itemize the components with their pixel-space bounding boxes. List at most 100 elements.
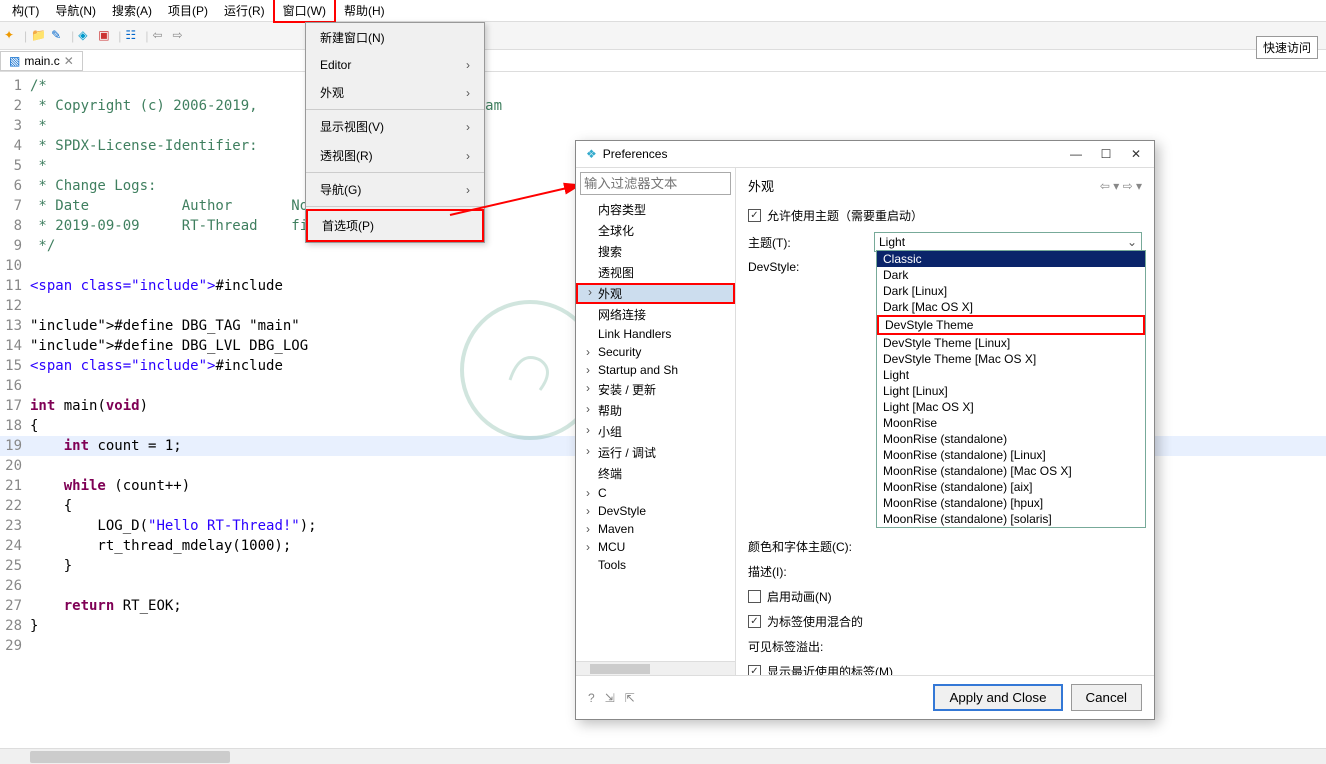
box-icon[interactable]: ▣ [98,28,114,44]
tree-item[interactable]: 帮助 [576,400,735,421]
torch-icon[interactable]: ✦ [4,28,20,44]
folder-icon[interactable]: 📁 [31,28,47,44]
chevron-down-icon: ⌄ [1127,235,1137,249]
diamond-icon[interactable]: ◈ [78,28,94,44]
menu-refactor[interactable]: 构(T) [4,0,47,21]
cancel-button[interactable]: Cancel [1071,684,1143,711]
theme-option[interactable]: Dark [877,267,1145,283]
help-icon[interactable]: ? [588,691,595,705]
color-font-label: 颜色和字体主题(C): [748,538,868,555]
theme-option[interactable]: MoonRise [877,415,1145,431]
menu-project[interactable]: 项目(P) [160,0,216,21]
back-icon[interactable]: ⇦ [153,28,169,44]
tree-item[interactable]: Link Handlers [576,325,735,343]
theme-label: 主题(T): [748,234,868,251]
theme-option[interactable]: DevStyle Theme [877,315,1145,335]
theme-option[interactable]: Light [877,367,1145,383]
theme-option[interactable]: Light [Linux] [877,383,1145,399]
tree-scrollbar[interactable] [576,661,735,675]
edit-icon[interactable]: ✎ [51,28,67,44]
preferences-icon: ❖ [586,147,597,161]
mixed-labels-label: 为标签使用混合的 [767,613,863,630]
export-icon[interactable]: ⇱ [625,691,635,705]
theme-option[interactable]: MoonRise (standalone) [solaris] [877,511,1145,527]
devstyle-label: DevStyle: [748,260,868,274]
theme-option[interactable]: Dark [Linux] [877,283,1145,299]
menu-item[interactable]: Editor [306,52,484,78]
tree-item[interactable]: Startup and Sh [576,361,735,379]
theme-option[interactable]: Light [Mac OS X] [877,399,1145,415]
visible-overflow-label: 可见标签溢出: [748,638,868,655]
menu-item[interactable]: 外观 [306,78,484,107]
editor-tab[interactable]: ▧ main.c ✕ [0,51,83,71]
apply-close-button[interactable]: Apply and Close [933,684,1062,711]
tree-item[interactable]: 小组 [576,421,735,442]
filter-input[interactable] [580,172,731,195]
tree-item[interactable]: MCU [576,538,735,556]
import-icon[interactable]: ⇲ [605,691,615,705]
nav-arrows[interactable]: ⇦ ▾ ⇨ ▾ [1100,179,1142,193]
menu-item[interactable]: 显示视图(V) [306,112,484,141]
allow-theme-label: 允许使用主题（需要重启动） [767,207,923,224]
show-recent-label: 显示最近使用的标签(M) [767,663,893,675]
tree-item[interactable]: 搜索 [576,241,735,262]
show-recent-checkbox[interactable] [748,665,761,675]
theme-option[interactable]: Dark [Mac OS X] [877,299,1145,315]
theme-option[interactable]: MoonRise (standalone) [hpux] [877,495,1145,511]
tree-item[interactable]: Security [576,343,735,361]
theme-option[interactable]: MoonRise (standalone) [Mac OS X] [877,463,1145,479]
close-icon[interactable]: ✕ [1128,147,1144,161]
quick-access[interactable]: 快速访问 [1256,36,1318,59]
tree-item[interactable]: 运行 / 调试 [576,442,735,463]
tab-label: main.c [24,54,59,68]
menu-window[interactable]: 窗口(W) [273,0,336,23]
tree-item[interactable]: Tools [576,556,735,574]
tree-item[interactable]: 网络连接 [576,304,735,325]
tree-item[interactable]: 终端 [576,463,735,484]
enable-anim-label: 启用动画(N) [767,588,832,605]
close-icon[interactable]: ✕ [64,54,74,68]
menu-help[interactable]: 帮助(H) [336,0,393,21]
c-file-icon: ▧ [9,54,20,68]
menu-item[interactable]: 新建窗口(N) [306,23,484,52]
tree-item[interactable]: DevStyle [576,502,735,520]
preferences-content: 外观 ⇦ ▾ ⇨ ▾ 允许使用主题（需要重启动） 主题(T): Light⌄ D… [736,168,1154,675]
menu-item[interactable]: 导航(G) [306,175,484,204]
theme-option[interactable]: DevStyle Theme [Linux] [877,335,1145,351]
menu-item[interactable]: 透视图(R) [306,141,484,170]
theme-dropdown-list[interactable]: ClassicDarkDark [Linux]Dark [Mac OS X]De… [876,250,1146,528]
dialog-title: Preferences [603,147,668,161]
preferences-sidebar: 内容类型全球化搜索透视图外观网络连接Link HandlersSecurityS… [576,168,736,675]
menu-item[interactable]: 首选项(P) [306,209,484,242]
menu-run[interactable]: 运行(R) [216,0,273,21]
tree-item[interactable]: 内容类型 [576,199,735,220]
theme-option[interactable]: Classic [877,251,1145,267]
code-line[interactable]: 3 * [0,116,1326,136]
allow-theme-checkbox[interactable] [748,209,761,222]
tree-item[interactable]: 全球化 [576,220,735,241]
tree-item[interactable]: 透视图 [576,262,735,283]
code-line[interactable]: 1/* [0,76,1326,96]
tree-item[interactable]: Maven [576,520,735,538]
menu-search[interactable]: 搜索(A) [104,0,160,21]
enable-anim-checkbox[interactable] [748,590,761,603]
theme-option[interactable]: DevStyle Theme [Mac OS X] [877,351,1145,367]
forward-icon[interactable]: ⇨ [173,28,189,44]
minimize-icon[interactable]: — [1068,147,1084,161]
tree-item[interactable]: 外观 [576,283,735,304]
mixed-labels-checkbox[interactable] [748,615,761,628]
preferences-tree[interactable]: 内容类型全球化搜索透视图外观网络连接Link HandlersSecurityS… [576,199,735,661]
content-title: 外观 [748,176,774,195]
tree-item[interactable]: 安装 / 更新 [576,379,735,400]
tree-item[interactable]: C [576,484,735,502]
maximize-icon[interactable]: ☐ [1098,147,1114,161]
editor-scrollbar[interactable] [0,748,1326,764]
theme-select[interactable]: Light⌄ [874,232,1142,252]
list-icon[interactable]: ☷ [125,28,141,44]
code-line[interactable]: 2 * Copyright (c) 2006-2019, nent Team [0,96,1326,116]
theme-option[interactable]: MoonRise (standalone) [877,431,1145,447]
editor-tab-bar: ▧ main.c ✕ [0,50,1326,72]
theme-option[interactable]: MoonRise (standalone) [aix] [877,479,1145,495]
theme-option[interactable]: MoonRise (standalone) [Linux] [877,447,1145,463]
menu-navigate[interactable]: 导航(N) [47,0,104,21]
